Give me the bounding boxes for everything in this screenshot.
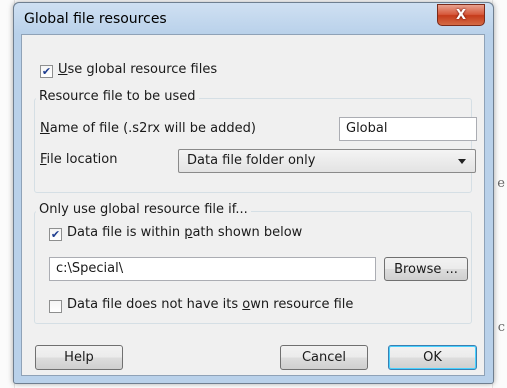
resource-file-group-title: Resource file to be used xyxy=(36,89,199,104)
file-location-selected: Data file folder only xyxy=(187,153,316,168)
global-file-resources-dialog: Global file resources X ✔ Use global res… xyxy=(13,2,494,384)
close-button[interactable]: X xyxy=(437,4,485,26)
path-input[interactable]: c:\Special\ xyxy=(49,257,376,281)
no-own-resource-checkbox[interactable] xyxy=(49,300,62,313)
use-global-checkbox[interactable]: ✔ xyxy=(40,65,53,78)
checkmark-icon: ✔ xyxy=(50,228,61,241)
file-location-dropdown[interactable]: Data file folder only xyxy=(178,149,476,173)
browse-button[interactable]: Browse ... xyxy=(384,257,468,281)
no-own-resource-label[interactable]: Data file does not have its own resource… xyxy=(67,297,353,312)
background-text-char: c xyxy=(497,320,505,335)
condition-group-title: Only use global resource file if... xyxy=(36,202,251,217)
cancel-button[interactable]: Cancel xyxy=(280,345,368,370)
use-global-label[interactable]: Use global resource files xyxy=(58,62,217,77)
background-window-right: e c xyxy=(492,0,507,388)
within-path-label[interactable]: Data file is within path shown below xyxy=(67,225,302,240)
help-button[interactable]: Help xyxy=(35,345,123,370)
file-name-label: Name of file (.s2rx will be added) xyxy=(40,121,256,136)
title-bar[interactable]: Global file resources X xyxy=(14,3,493,34)
chevron-down-icon xyxy=(458,159,466,164)
ok-button[interactable]: OK xyxy=(388,345,477,370)
resource-file-group xyxy=(34,98,472,193)
file-name-input[interactable]: Global xyxy=(339,117,477,141)
within-path-checkbox[interactable]: ✔ xyxy=(49,228,62,241)
background-text-char: e xyxy=(497,176,505,191)
close-icon: X xyxy=(455,7,467,23)
file-location-label: File location xyxy=(40,152,118,167)
dialog-client-area: ✔ Use global resource files Resource fil… xyxy=(21,34,485,376)
dialog-title: Global file resources xyxy=(24,11,167,27)
checkmark-icon: ✔ xyxy=(41,65,52,78)
